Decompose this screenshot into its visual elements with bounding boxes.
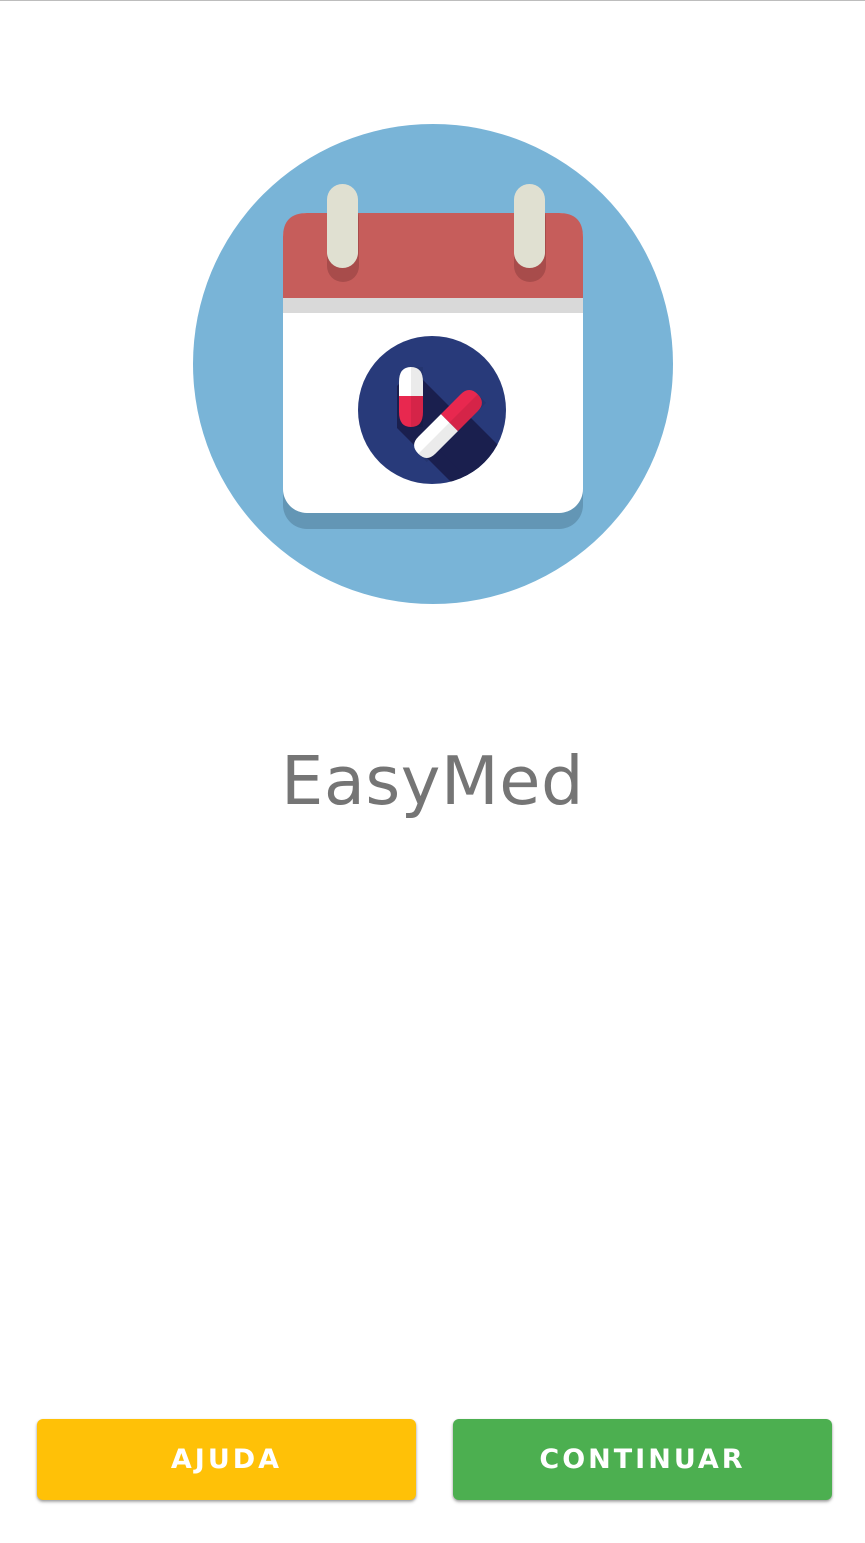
app-title: EasyMed: [280, 742, 584, 820]
calendar-pill-icon: [193, 124, 673, 604]
help-button[interactable]: AJUDA: [37, 1419, 416, 1500]
continue-button[interactable]: CONTINUAR: [453, 1419, 832, 1500]
status-divider: [0, 0, 865, 1]
